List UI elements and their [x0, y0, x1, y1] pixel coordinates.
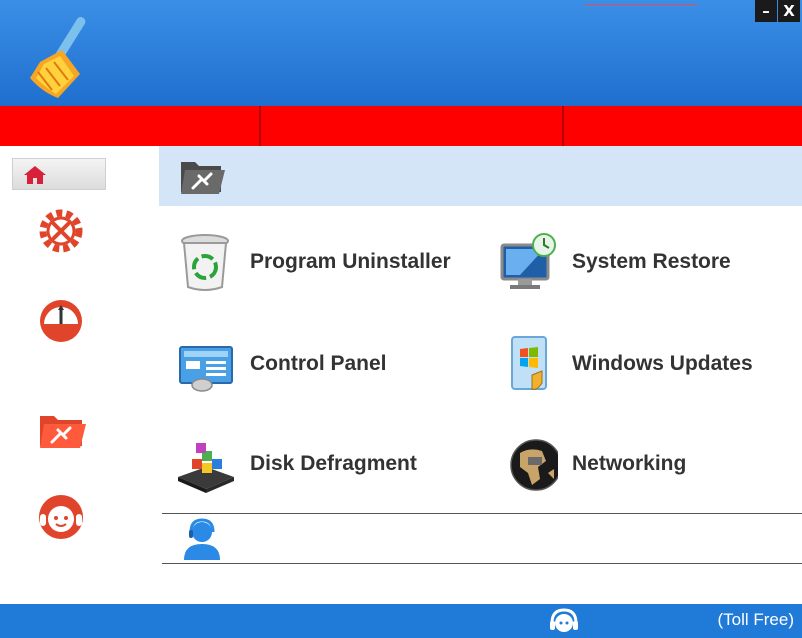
monitor-restore-icon — [500, 233, 556, 289]
windows-updates-button[interactable]: Windows Updates — [498, 332, 753, 396]
minimize-button[interactable]: – — [755, 0, 777, 22]
system-restore-button[interactable]: System Restore — [498, 230, 731, 294]
header-underline — [585, 4, 697, 5]
home-icon — [24, 166, 46, 184]
app-window: – X Program Uninstaller System Restore C… — [0, 0, 802, 638]
disk-defragment-label: Disk Defragment — [250, 452, 417, 475]
windows-update-icon — [511, 336, 547, 390]
speedometer-icon[interactable] — [36, 296, 86, 346]
header-bar: – X — [0, 0, 802, 106]
sidebar — [0, 146, 158, 604]
program-uninstaller-button[interactable]: Program Uninstaller — [176, 230, 451, 294]
broom-icon — [30, 17, 86, 98]
footer-bar: (Toll Free) — [0, 604, 802, 638]
sidebar-item-home[interactable] — [12, 158, 106, 190]
nav-tab-1[interactable] — [0, 106, 261, 146]
recycle-bin-icon — [181, 234, 229, 291]
nav-tab-2[interactable] — [261, 106, 564, 146]
folder-tools-icon[interactable] — [36, 404, 86, 454]
globe-icon — [510, 439, 558, 491]
control-panel-label: Control Panel — [250, 352, 387, 375]
nav-tab-3[interactable] — [564, 106, 802, 146]
support-person-icon — [184, 518, 220, 560]
toll-free-label: (Toll Free) — [717, 610, 794, 629]
networking-label: Networking — [572, 452, 687, 475]
networking-button[interactable]: Networking — [498, 432, 686, 496]
section-header — [159, 146, 802, 206]
program-uninstaller-label: Program Uninstaller — [250, 250, 451, 273]
windows-updates-label: Windows Updates — [572, 352, 753, 375]
gear-tools-icon[interactable] — [36, 206, 86, 256]
disk-defragment-button[interactable]: Disk Defragment — [176, 432, 417, 496]
folder-tools-icon — [181, 162, 225, 194]
nav-bar — [0, 106, 802, 146]
control-panel-button[interactable]: Control Panel — [176, 332, 387, 396]
support-row[interactable] — [162, 513, 802, 564]
headset-icon — [550, 608, 578, 632]
system-restore-label: System Restore — [572, 250, 731, 273]
support-agent-icon[interactable] — [36, 492, 86, 542]
close-button[interactable]: X — [778, 0, 800, 22]
disk-defragment-icon — [178, 443, 234, 493]
control-panel-icon — [179, 346, 233, 392]
